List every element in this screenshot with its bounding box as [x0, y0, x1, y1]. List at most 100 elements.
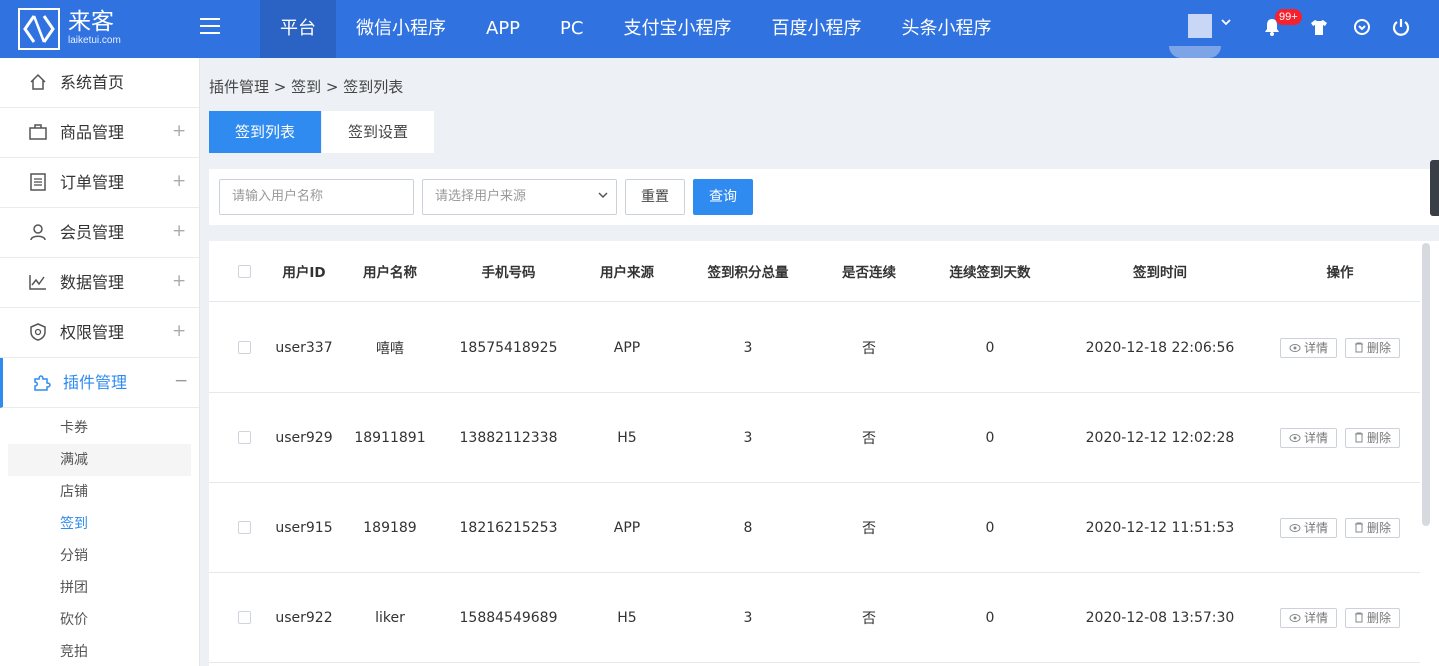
sidebar-item-orders[interactable]: 订单管理 +	[0, 158, 199, 208]
sidebar-item-plugins[interactable]: 插件管理 −	[0, 358, 199, 408]
col-time: 签到时间	[1133, 265, 1187, 281]
tab-signin-list[interactable]: 签到列表	[209, 111, 321, 153]
refresh-icon[interactable]	[1352, 17, 1374, 39]
trash-icon	[1355, 522, 1363, 533]
username-input[interactable]: 请输入用户名称	[219, 179, 414, 215]
nav-wechat-miniprogram[interactable]: 微信小程序	[336, 0, 466, 58]
home-icon	[28, 72, 50, 94]
tab-signin-settings[interactable]: 签到设置	[322, 111, 434, 153]
nav-baidu-miniprogram[interactable]: 百度小程序	[751, 0, 881, 58]
sidebar-subitem-discount[interactable]: 满减	[8, 444, 191, 476]
col-continuous: 是否连续	[842, 265, 896, 281]
avatar[interactable]	[1188, 14, 1212, 38]
cell-actions: 详情 删除	[1255, 573, 1420, 662]
cell-user-name: liker	[375, 609, 405, 626]
menu-toggle-icon[interactable]	[200, 18, 220, 34]
row-checkbox-cell	[229, 303, 259, 392]
col-user-id: 用户ID	[282, 265, 326, 281]
sidebar-item-data[interactable]: 数据管理 +	[0, 258, 199, 308]
sidebar-item-home[interactable]: 系统首页	[0, 58, 199, 108]
sidebar-item-label: 订单管理	[60, 173, 125, 192]
sidebar-subitem-auction[interactable]: 竞拍	[0, 636, 199, 666]
source-select-placeholder: 请选择用户来源	[435, 189, 527, 204]
cell-actions: 详情 删除	[1255, 303, 1420, 392]
order-list-icon	[28, 172, 50, 194]
table-row: user337 嘻嘻 18575418925 APP 3 否 0 2020-12…	[209, 303, 1420, 393]
top-bar: 来客 laiketui.com 平台 微信小程序 APP PC 支付宝小程序 百…	[0, 0, 1439, 58]
delete-button[interactable]: 删除	[1345, 517, 1401, 538]
cell-continuous: 否	[862, 430, 876, 447]
breadcrumb: 插件管理 > 签到 > 签到列表	[209, 78, 404, 96]
nav-app[interactable]: APP	[466, 0, 540, 58]
cell-user-id: user929	[275, 429, 333, 446]
nav-alipay-miniprogram[interactable]: 支付宝小程序	[603, 0, 751, 58]
row-checkbox[interactable]	[237, 611, 251, 624]
query-button[interactable]: 查询	[693, 179, 753, 215]
cell-actions: 详情 删除	[1255, 393, 1420, 482]
sidebar-item-products[interactable]: 商品管理 +	[0, 108, 199, 158]
side-widget-handle[interactable]	[1430, 160, 1439, 216]
sidebar-item-label: 商品管理	[60, 123, 125, 142]
row-checkbox[interactable]	[237, 521, 251, 534]
sidebar-item-members[interactable]: 会员管理 +	[0, 208, 199, 258]
nav-platform[interactable]: 平台	[260, 0, 336, 58]
delete-button[interactable]: 删除	[1345, 427, 1401, 448]
nav-toutiao-miniprogram[interactable]: 头条小程序	[881, 0, 1011, 58]
expand-icon[interactable]: +	[172, 321, 186, 341]
sidebar: 系统首页 商品管理 + 订单管理 + 会员管理 + 数据管理 + 权限管理 + …	[0, 58, 200, 666]
cell-user-id: user915	[275, 519, 333, 536]
sidebar-subitem-group-buy[interactable]: 拼团	[0, 572, 199, 604]
detail-button[interactable]: 详情	[1279, 427, 1337, 448]
sidebar-subitem-distribution[interactable]: 分销	[0, 540, 199, 572]
cell-source: H5	[617, 609, 637, 626]
cell-user-name: 18911891	[354, 429, 426, 446]
col-phone: 手机号码	[481, 265, 536, 281]
detail-button[interactable]: 详情	[1279, 517, 1337, 538]
reset-button[interactable]: 重置	[625, 179, 685, 215]
eye-icon	[1289, 433, 1301, 442]
col-user-name: 用户名称	[363, 265, 417, 281]
chart-line-icon	[28, 272, 50, 294]
sidebar-item-permissions[interactable]: 权限管理 +	[0, 308, 199, 358]
sidebar-subitem-stores[interactable]: 店铺	[0, 476, 199, 508]
cell-user-name: 嘻嘻	[376, 340, 404, 357]
nav-pc[interactable]: PC	[540, 0, 603, 58]
select-all-checkbox[interactable]	[237, 264, 251, 278]
delete-label: 删除	[1367, 520, 1392, 535]
delete-button[interactable]: 删除	[1345, 337, 1401, 358]
cell-continuous: 否	[862, 340, 876, 357]
chevron-down-icon[interactable]	[1220, 16, 1232, 32]
briefcase-icon	[28, 122, 50, 144]
shirt-icon[interactable]	[1309, 17, 1331, 39]
collapse-icon[interactable]: −	[174, 371, 188, 391]
expand-icon[interactable]: +	[172, 171, 186, 191]
sidebar-item-label: 会员管理	[60, 223, 125, 242]
sidebar-item-label: 插件管理	[63, 373, 128, 392]
table-scrollbar-thumb[interactable]	[1422, 243, 1430, 526]
power-icon[interactable]	[1391, 17, 1413, 39]
chevron-down-icon	[598, 180, 608, 214]
table-row: user915 189189 18216215253 APP 8 否 0 202…	[209, 483, 1420, 573]
source-select[interactable]: 请选择用户来源	[422, 179, 617, 215]
brand-logo[interactable]: 来客 laiketui.com	[18, 8, 128, 50]
detail-button[interactable]: 详情	[1279, 607, 1337, 628]
row-checkbox[interactable]	[237, 341, 251, 354]
expand-icon[interactable]: +	[172, 221, 186, 241]
delete-button[interactable]: 删除	[1345, 607, 1401, 628]
eye-icon	[1289, 343, 1301, 352]
expand-icon[interactable]: +	[172, 121, 186, 141]
expand-icon[interactable]: +	[172, 271, 186, 291]
sidebar-subitem-bargain[interactable]: 砍价	[0, 604, 199, 636]
sidebar-subitem-signin[interactable]: 签到	[0, 508, 199, 540]
row-checkbox[interactable]	[237, 431, 251, 444]
sidebar-subitem-coupons[interactable]: 卡券	[0, 412, 199, 444]
cell-phone: 18216215253	[459, 519, 558, 536]
detail-button[interactable]: 详情	[1279, 337, 1337, 358]
col-points: 签到积分总量	[707, 265, 789, 281]
cell-points: 3	[743, 339, 753, 356]
cell-days: 0	[985, 339, 995, 356]
detail-label: 详情	[1303, 520, 1328, 535]
cell-actions: 详情 删除	[1255, 483, 1420, 572]
detail-label: 详情	[1303, 430, 1328, 445]
delete-label: 删除	[1367, 430, 1392, 445]
